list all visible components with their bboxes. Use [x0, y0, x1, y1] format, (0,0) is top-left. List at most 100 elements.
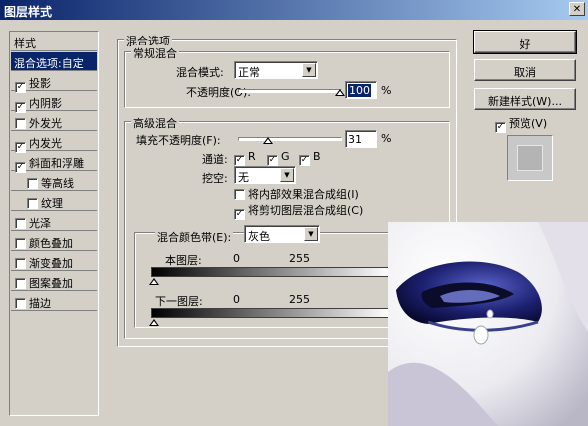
clipped-layers-check[interactable]: ✓ 将剪切图层混合成组(C) [234, 202, 363, 220]
style-item-4[interactable]: ✓ 内发光 [11, 132, 97, 153]
channel-r-label: R [248, 150, 256, 163]
underlying-layer-black-thumb[interactable] [149, 319, 159, 326]
inner-effects-label: 将内部效果混合成组(I) [248, 188, 359, 201]
chevron-down-icon[interactable]: ▼ [280, 168, 294, 182]
style-item-checkbox[interactable] [15, 298, 26, 309]
new-style-button[interactable]: 新建样式(W)... [474, 88, 576, 110]
style-item-5[interactable]: ✓ 斜面和浮雕 [11, 152, 97, 173]
this-layer-label: 本图层: [165, 254, 202, 267]
style-item-2[interactable]: ✓ 内阴影 [11, 92, 97, 113]
channels-label: 通道: [202, 153, 228, 166]
clipped-layers-label: 将剪切图层混合成组(C) [248, 204, 364, 217]
opacity-unit: % [381, 84, 392, 97]
clipped-layers-checkbox[interactable]: ✓ [234, 209, 245, 220]
style-item-label: 外发光 [29, 117, 62, 130]
style-item-checkbox[interactable] [15, 118, 26, 129]
style-item-label: 图案叠加 [29, 277, 73, 290]
this-layer-gradient[interactable] [151, 267, 391, 277]
this-layer-max: 255 [289, 252, 310, 265]
style-item-3[interactable]: 外发光 [11, 112, 97, 131]
style-item-checkbox[interactable] [15, 238, 26, 249]
channel-r-checkbox[interactable]: ✓ [234, 155, 245, 166]
fill-opacity-unit: % [381, 132, 392, 145]
fill-opacity-input[interactable]: 31 [345, 130, 377, 148]
style-item-label: 纹理 [41, 197, 63, 210]
blend-mode-select[interactable]: 正常 ▼ [234, 61, 318, 79]
document-photo [388, 222, 588, 426]
style-item-label: 等高线 [41, 177, 74, 190]
preview-checkbox[interactable]: ✓ [495, 122, 506, 133]
title-bar: 图层样式 ✕ [0, 0, 588, 20]
style-item-label: 投影 [29, 77, 51, 90]
preview-label: 预览(V) [509, 117, 548, 130]
knockout-value: 无 [238, 171, 249, 184]
cancel-button[interactable]: 取消 [474, 59, 576, 81]
style-list-header: 样式 [11, 32, 97, 51]
preview-check[interactable]: ✓ 预览(V) [495, 115, 547, 133]
style-item-10[interactable]: 渐变叠加 [11, 252, 97, 271]
channel-g[interactable]: ✓ G [267, 150, 290, 166]
style-item-1[interactable]: ✓ 投影 [11, 72, 97, 93]
opacity-slider-thumb[interactable] [335, 89, 345, 96]
style-item-8[interactable]: 光泽 [11, 212, 97, 231]
style-item-checkbox[interactable] [15, 218, 26, 229]
inner-effects-checkbox[interactable] [234, 189, 245, 200]
channel-g-label: G [281, 150, 290, 163]
ok-button[interactable]: 好 [473, 30, 577, 54]
style-item-label: 颜色叠加 [29, 237, 73, 250]
style-item-label: 渐变叠加 [29, 257, 73, 270]
style-list: 样式 混合选项:自定 ✓ 投影 ✓ 内阴影外发光 ✓ 内发光 ✓ 斜面和浮雕等高线纹理光泽颜色… [9, 31, 99, 416]
chevron-down-icon[interactable]: ▼ [302, 63, 316, 77]
style-item-label: 内阴影 [29, 97, 62, 110]
style-item-checkbox[interactable] [15, 278, 26, 289]
channel-g-checkbox[interactable]: ✓ [267, 155, 278, 166]
style-preview-inner [517, 145, 543, 171]
channel-b-checkbox[interactable]: ✓ [299, 155, 310, 166]
style-item-7[interactable]: 纹理 [11, 192, 97, 211]
chevron-down-icon[interactable]: ▼ [304, 227, 318, 241]
style-item-blend-options[interactable]: 混合选项:自定 [11, 52, 97, 71]
fill-opacity-label: 填充不透明度(F): [136, 134, 221, 147]
style-item-label: 描边 [29, 297, 51, 310]
advanced-blending-title: 高级混合 [131, 115, 179, 131]
blend-if-value: 灰色 [248, 230, 270, 243]
knockout-select[interactable]: 无 ▼ [234, 166, 296, 184]
blend-mode-value: 正常 [238, 66, 260, 79]
close-button[interactable]: ✕ [569, 2, 585, 16]
underlying-layer-label: 下一图层: [155, 295, 203, 308]
underlying-layer-gradient[interactable] [151, 308, 391, 318]
window-title: 图层样式 [4, 5, 53, 19]
style-item-12[interactable]: 描边 [11, 292, 97, 311]
style-item-checkbox[interactable] [27, 178, 38, 189]
opacity-value: 100 [348, 84, 371, 97]
this-layer-min: 0 [233, 252, 240, 265]
style-item-label: 内发光 [29, 137, 62, 150]
channel-b-label: B [313, 150, 321, 163]
this-layer-black-thumb[interactable] [149, 278, 159, 285]
style-item-label: 斜面和浮雕 [29, 157, 84, 170]
underlying-layer-min: 0 [233, 293, 240, 306]
general-blending-group: 常规混合 [124, 45, 450, 108]
style-item-label: 光泽 [29, 217, 51, 230]
style-item-6[interactable]: 等高线 [11, 172, 97, 191]
opacity-slider[interactable] [238, 89, 342, 93]
style-item-checkbox[interactable] [27, 198, 38, 209]
blend-if-label: 混合颜色带(E): [155, 229, 234, 245]
inner-effects-check[interactable]: 将内部效果混合成组(I) [234, 186, 359, 202]
style-item-checkbox[interactable] [15, 258, 26, 269]
knockout-label: 挖空: [202, 172, 228, 185]
underlying-layer-max: 255 [289, 293, 310, 306]
style-preview-swatch [507, 135, 553, 181]
style-item-11[interactable]: 图案叠加 [11, 272, 97, 291]
channel-r[interactable]: ✓ R [234, 150, 256, 166]
fill-opacity-value: 31 [348, 133, 362, 146]
fill-opacity-slider-thumb[interactable] [263, 137, 273, 144]
general-blending-title: 常规混合 [131, 45, 179, 61]
eye-photo-illustration [388, 222, 588, 426]
style-item-9[interactable]: 颜色叠加 [11, 232, 97, 251]
blend-mode-label: 混合模式: [176, 66, 224, 79]
blend-if-select[interactable]: 灰色 ▼ [244, 225, 320, 243]
channel-b[interactable]: ✓ B [299, 150, 321, 166]
opacity-input[interactable]: 100 [345, 81, 377, 99]
fill-opacity-slider[interactable] [238, 137, 342, 141]
